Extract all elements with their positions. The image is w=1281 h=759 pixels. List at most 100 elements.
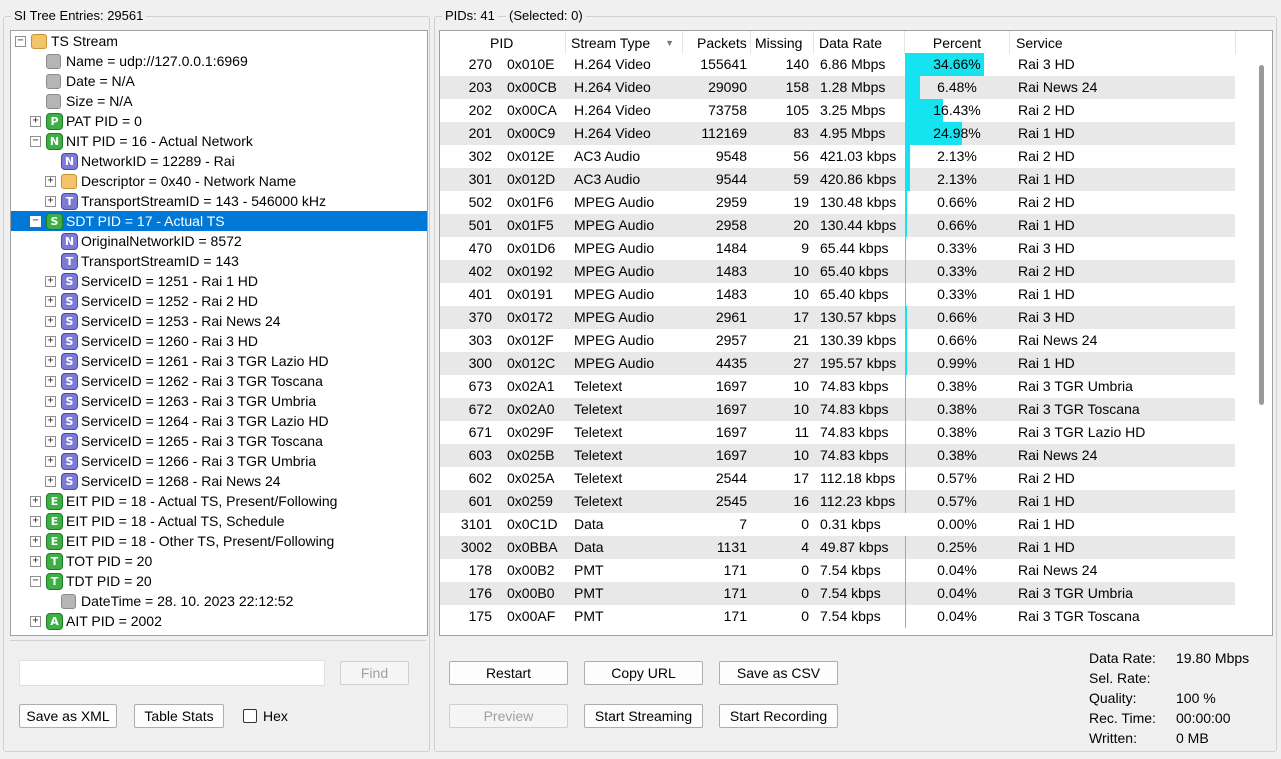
tree-node[interactable]: + S ServiceID = 1251 - Rai 1 HD [11, 271, 427, 291]
tree-node[interactable]: + A AIT PID = 2002 [11, 611, 427, 631]
expand-icon[interactable]: + [45, 276, 56, 287]
tree-node[interactable]: + S ServiceID = 1253 - Rai News 24 [11, 311, 427, 331]
collapse-icon[interactable]: − [15, 36, 26, 47]
tree-node[interactable]: Date = N/A [11, 71, 427, 91]
tree-node[interactable]: + T TOT PID = 20 [11, 551, 427, 571]
expand-icon[interactable]: + [30, 616, 41, 627]
save-as-xml-button[interactable]: Save as XML [19, 704, 117, 728]
table-row[interactable]: 203 0x00CB H.264 Video 29090 158 1.28 Mbps 6.4… [440, 76, 1235, 99]
table-row[interactable]: 671 0x029F Teletext 1697 11 74.83 kbps 0.38% Ra… [440, 421, 1235, 444]
table-row[interactable]: 303 0x012F MPEG Audio 2957 21 130.39 kbps 0.66… [440, 329, 1235, 352]
expand-icon[interactable]: + [45, 316, 56, 327]
start-streaming-button[interactable]: Start Streaming [584, 704, 703, 728]
restart-button[interactable]: Restart [449, 661, 568, 685]
column-header-service[interactable]: Service [1010, 31, 1236, 54]
table-row[interactable]: 401 0x0191 MPEG Audio 1483 10 65.40 kbps 0.33%… [440, 283, 1235, 306]
collapse-icon[interactable]: − [30, 576, 41, 587]
table-row[interactable]: 370 0x0172 MPEG Audio 2961 17 130.57 kbps 0.66… [440, 306, 1235, 329]
expand-icon[interactable]: + [45, 376, 56, 387]
tree-node[interactable]: − N NIT PID = 16 - Actual Network [11, 131, 427, 151]
expand-icon[interactable]: + [45, 176, 56, 187]
table-row[interactable]: 201 0x00C9 H.264 Video 112169 83 4.95 Mbps 24.… [440, 122, 1235, 145]
column-header-stream-type[interactable]: Stream Type ▼ [566, 31, 683, 54]
tree-node[interactable]: − TS Stream [11, 31, 427, 51]
tree-node[interactable]: + T TransportStreamID = 143 - 546000 kHz [11, 191, 427, 211]
tree-node[interactable]: − S SDT PID = 17 - Actual TS [11, 211, 427, 231]
tree-node[interactable]: + S ServiceID = 1264 - Rai 3 TGR Lazio HD [11, 411, 427, 431]
tree-node[interactable]: + Descriptor = 0x40 - Network Name [11, 171, 427, 191]
start-recording-button[interactable]: Start Recording [719, 704, 838, 728]
expand-icon[interactable]: + [30, 556, 41, 567]
table-row[interactable]: 178 0x00B2 PMT 171 0 7.54 kbps 0.04% Rai News 2… [440, 559, 1235, 582]
hex-checkbox[interactable] [243, 709, 257, 723]
tree-node[interactable]: + S ServiceID = 1268 - Rai News 24 [11, 471, 427, 491]
copy-url-button[interactable]: Copy URL [584, 661, 703, 685]
column-header-packets[interactable]: Packets [683, 31, 751, 54]
table-row[interactable]: 673 0x02A1 Teletext 1697 10 74.83 kbps 0.38% Ra… [440, 375, 1235, 398]
preview-button[interactable]: Preview [449, 704, 568, 728]
table-row[interactable]: 601 0x0259 Teletext 2545 16 112.23 kbps 0.57% R… [440, 490, 1235, 513]
tree-node[interactable]: + S ServiceID = 1262 - Rai 3 TGR Toscana [11, 371, 427, 391]
expand-icon[interactable]: + [45, 436, 56, 447]
expand-icon[interactable]: + [30, 536, 41, 547]
table-row[interactable]: 672 0x02A0 Teletext 1697 10 74.83 kbps 0.38% Ra… [440, 398, 1235, 421]
tree-node[interactable]: + S ServiceID = 1260 - Rai 3 HD [11, 331, 427, 351]
find-input[interactable] [19, 660, 325, 686]
tree-node[interactable]: + E EIT PID = 18 - Actual TS, Present/Foll… [11, 491, 427, 511]
expand-icon[interactable]: + [30, 116, 41, 127]
expand-icon[interactable]: + [45, 296, 56, 307]
expand-icon[interactable]: + [45, 456, 56, 467]
table-row[interactable]: 302 0x012E AC3 Audio 9548 56 421.03 kbps 2.13%… [440, 145, 1235, 168]
table-row-partial[interactable] [440, 628, 1235, 635]
collapse-icon[interactable]: − [30, 136, 41, 147]
tree-node[interactable]: + S ServiceID = 1261 - Rai 3 TGR Lazio HD [11, 351, 427, 371]
tree-node[interactable]: Size = N/A [11, 91, 427, 111]
table-row[interactable]: 3002 0x0BBA Data 1131 4 49.87 kbps 0.25% Rai 1 … [440, 536, 1235, 559]
find-button[interactable]: Find [340, 661, 409, 685]
expand-icon[interactable]: + [45, 356, 56, 367]
column-header-pid[interactable]: PID [440, 31, 566, 54]
expand-icon[interactable]: + [45, 416, 56, 427]
table-row[interactable]: 202 0x00CA H.264 Video 73758 105 3.25 Mbps 16.… [440, 99, 1235, 122]
tree-node[interactable]: + S ServiceID = 1263 - Rai 3 TGR Umbria [11, 391, 427, 411]
si-tree[interactable]: − TS Stream Name = udp://127.0.0.1:6969 Dat… [10, 30, 428, 636]
table-row[interactable]: 176 0x00B0 PMT 171 0 7.54 kbps 0.04% Rai 3 TGR … [440, 582, 1235, 605]
expand-icon[interactable]: + [45, 476, 56, 487]
scrollbar-thumb[interactable] [1259, 65, 1264, 405]
expand-icon[interactable]: + [30, 496, 41, 507]
table-row[interactable]: 502 0x01F6 MPEG Audio 2959 19 130.48 kbps 0.66… [440, 191, 1235, 214]
pids-table[interactable]: PID Stream Type ▼ Packets Missing Data Rate Pe… [439, 30, 1273, 636]
table-row[interactable]: 270 0x010E H.264 Video 155641 140 6.86 Mbps 34… [440, 53, 1235, 76]
tree-node[interactable]: + S ServiceID = 1266 - Rai 3 TGR Umbria [11, 451, 427, 471]
tree-node[interactable]: + E EIT PID = 18 - Actual TS, Schedule [11, 511, 427, 531]
table-row[interactable]: 402 0x0192 MPEG Audio 1483 10 65.40 kbps 0.33%… [440, 260, 1235, 283]
tree-node[interactable]: + S ServiceID = 1252 - Rai 2 HD [11, 291, 427, 311]
expand-icon[interactable]: + [45, 336, 56, 347]
table-row[interactable]: 470 0x01D6 MPEG Audio 1484 9 65.44 kbps 0.33% R… [440, 237, 1235, 260]
table-row[interactable]: 300 0x012C MPEG Audio 4435 27 195.57 kbps 0.99… [440, 352, 1235, 375]
table-row[interactable]: 3101 0x0C1D Data 7 0 0.31 kbps 0.00% Rai 1 HD [440, 513, 1235, 536]
expand-icon[interactable]: + [45, 396, 56, 407]
tree-node[interactable]: + S ServiceID = 1265 - Rai 3 TGR Toscana [11, 431, 427, 451]
tree-node[interactable]: + E EIT PID = 18 - Other TS, Present/Follo… [11, 531, 427, 551]
save-as-csv-button[interactable]: Save as CSV [719, 661, 838, 685]
table-row[interactable]: 603 0x025B Teletext 1697 10 74.83 kbps 0.38% Ra… [440, 444, 1235, 467]
tree-node[interactable]: DateTime = 28. 10. 2023 22:12:52 [11, 591, 427, 611]
tree-node[interactable]: + P PAT PID = 0 [11, 111, 427, 131]
table-row[interactable]: 301 0x012D AC3 Audio 9544 59 420.86 kbps 2.13%… [440, 168, 1235, 191]
expand-icon[interactable]: + [30, 516, 41, 527]
collapse-icon[interactable]: − [30, 216, 41, 227]
table-row[interactable]: 175 0x00AF PMT 171 0 7.54 kbps 0.04% Rai 3 TGR … [440, 605, 1235, 628]
tree-node[interactable]: N NetworkID = 12289 - Rai [11, 151, 427, 171]
column-header-data-rate[interactable]: Data Rate [814, 31, 905, 54]
tree-node[interactable]: N OriginalNetworkID = 8572 [11, 231, 427, 251]
table-row[interactable]: 501 0x01F5 MPEG Audio 2958 20 130.44 kbps 0.66… [440, 214, 1235, 237]
tree-node[interactable]: − T TDT PID = 20 [11, 571, 427, 591]
column-header-missing[interactable]: Missing [751, 31, 814, 54]
table-stats-button[interactable]: Table Stats [134, 704, 224, 728]
expand-icon[interactable]: + [45, 196, 56, 207]
column-header-percent[interactable]: Percent [905, 31, 1010, 54]
table-row[interactable]: 602 0x025A Teletext 2544 17 112.18 kbps 0.57% R… [440, 467, 1235, 490]
tree-node[interactable]: Name = udp://127.0.0.1:6969 [11, 51, 427, 71]
tree-node[interactable]: T TransportStreamID = 143 [11, 251, 427, 271]
